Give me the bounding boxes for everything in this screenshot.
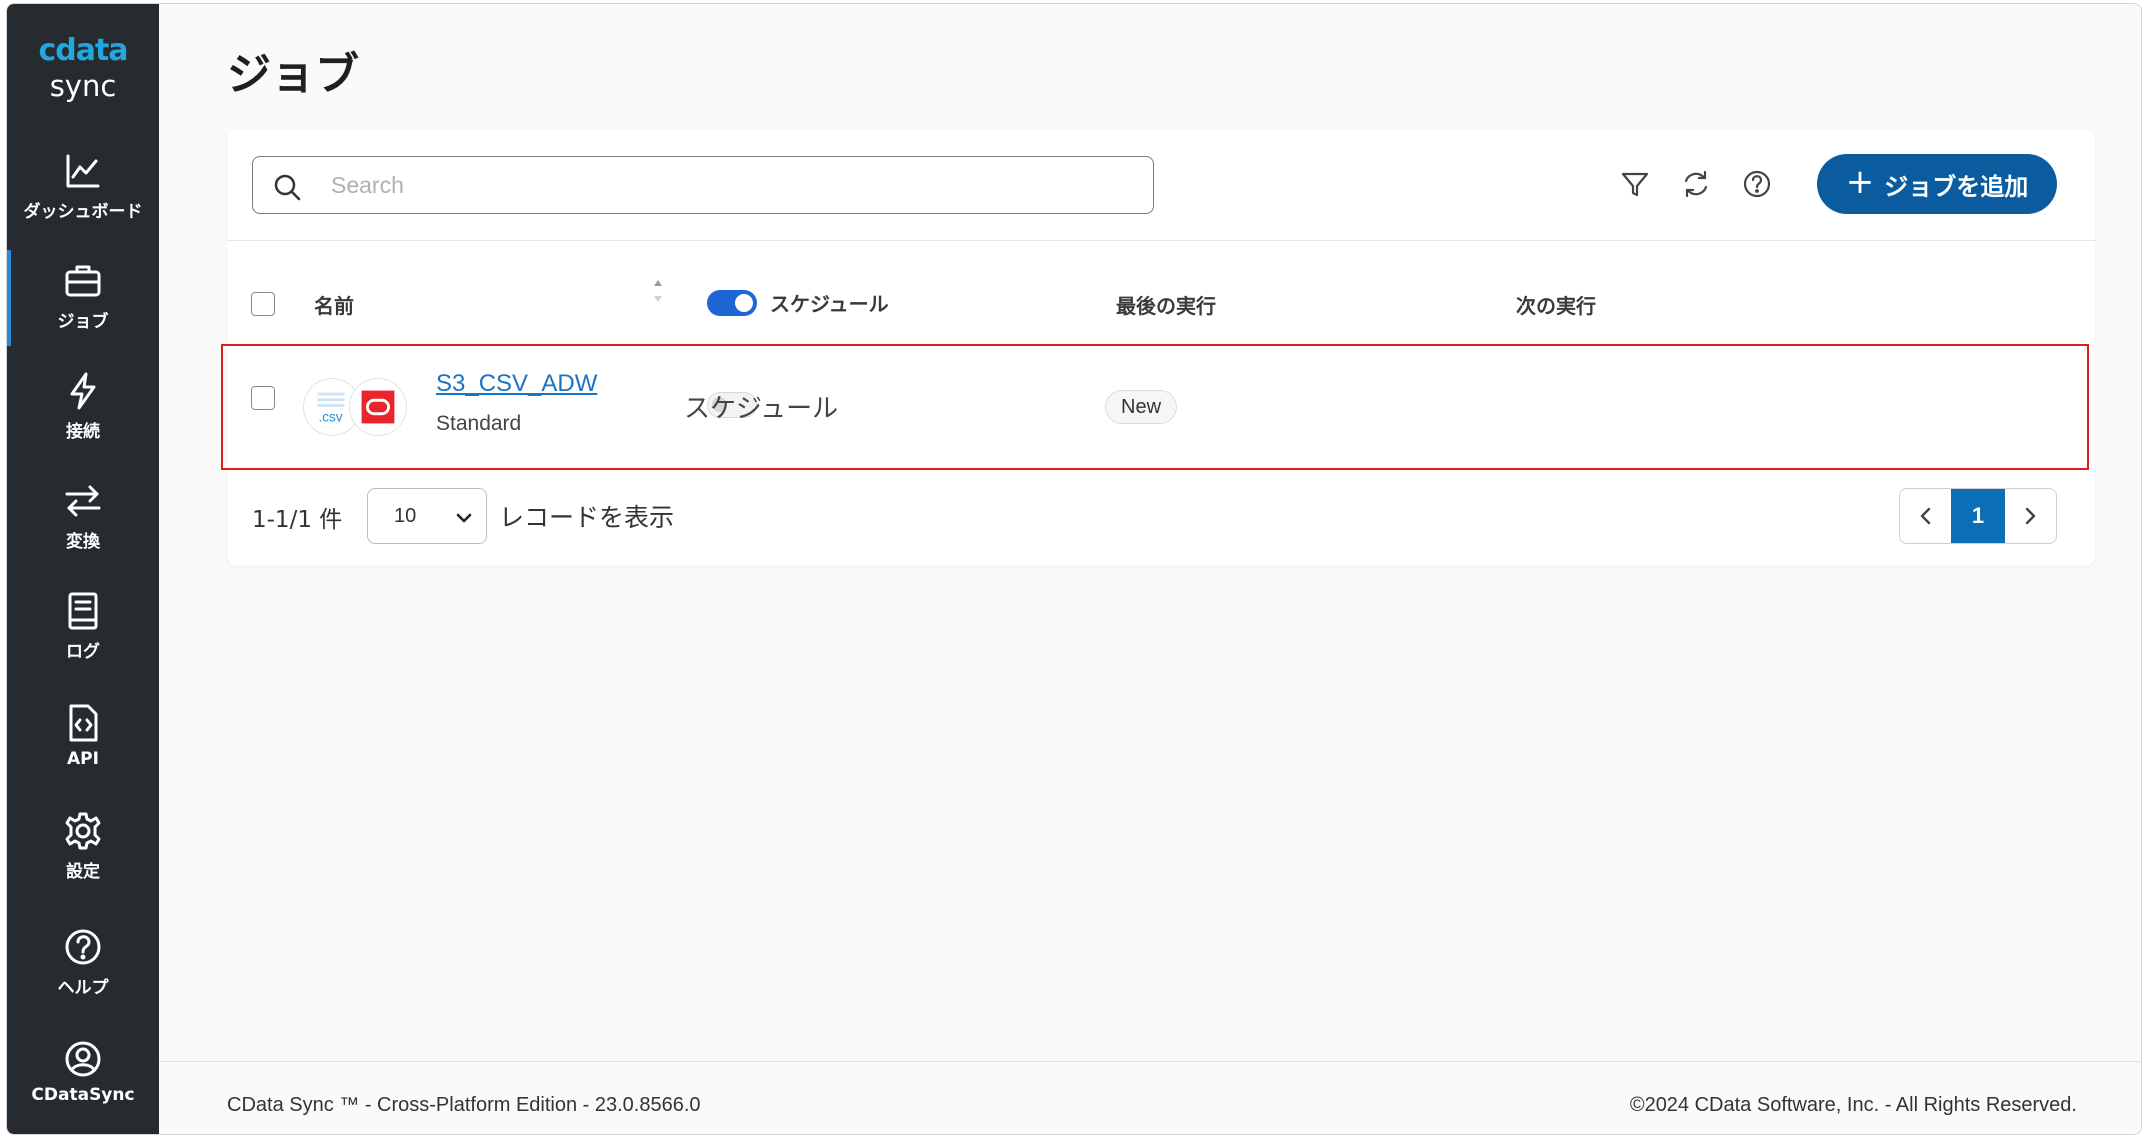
sidebar-item-label: ジョブ: [57, 311, 109, 332]
user-circle-icon: [65, 1041, 101, 1077]
version-text: CData Sync ™ - Cross-Platform Edition - …: [227, 1094, 701, 1116]
logo-brand: cdata: [38, 33, 128, 68]
job-name-link[interactable]: S3_CSV_ADW: [436, 370, 597, 398]
toolbar-divider: [227, 240, 2095, 241]
sort-icon[interactable]: [651, 278, 665, 304]
sidebar-item-dashboard[interactable]: ダッシュボード: [7, 138, 159, 234]
column-header-name[interactable]: 名前: [314, 290, 354, 319]
copyright-text: ©2024 CData Software, Inc. - All Rights …: [1629, 1094, 2077, 1116]
help-icon[interactable]: [1741, 168, 1773, 200]
sidebar-item-help[interactable]: ヘルプ: [7, 914, 159, 1010]
status-badge: New: [1105, 390, 1178, 424]
pagination: 1: [1899, 488, 2057, 544]
add-job-button[interactable]: + ジョブを追加: [1817, 154, 2057, 214]
sidebar-item-label: 接続: [66, 421, 100, 442]
gear-icon: [65, 812, 101, 849]
filter-icon[interactable]: [1619, 168, 1651, 200]
sidebar-item-label: ログ: [66, 641, 100, 662]
app-window: cdata sync ダッシュボード ジョブ 接続 変換 ログ API 設定 ヘ…: [6, 3, 2142, 1135]
plus-icon: +: [1845, 162, 1875, 202]
job-type: Standard: [436, 412, 522, 435]
sidebar: cdata sync ダッシュボード ジョブ 接続 変換 ログ API 設定 ヘ…: [7, 4, 159, 1134]
chevron-right-icon: [2026, 507, 2036, 525]
schedule-label: スケジュール: [684, 394, 839, 424]
sidebar-item-label: API: [67, 749, 99, 769]
sidebar-item-transformations[interactable]: 変換: [7, 468, 159, 564]
page-size-value: 10: [394, 505, 417, 527]
record-count: 1-1/1 件: [252, 507, 343, 533]
sidebar-item-label: CDataSync: [31, 1085, 135, 1105]
select-all-checkbox[interactable]: [251, 292, 275, 316]
oracle-logo-icon: [361, 390, 395, 424]
chevron-left-icon: [1920, 507, 1930, 525]
add-job-label: ジョブを追加: [1884, 172, 2029, 201]
prev-page-button[interactable]: [1900, 489, 1951, 543]
sidebar-item-label: ヘルプ: [57, 977, 109, 998]
sidebar-item-label: 変換: [66, 531, 100, 552]
jobs-card: + ジョブを追加 名前 スケジュール 最後の実行 次の実行: [221, 130, 2095, 566]
sidebar-item-connections[interactable]: 接続: [7, 358, 159, 454]
book-icon: [68, 592, 98, 629]
arrows-exchange-icon: [65, 485, 101, 516]
page-number-button[interactable]: 1: [1951, 489, 2005, 543]
schedule-header-toggle[interactable]: [707, 290, 757, 316]
next-page-button[interactable]: [2005, 489, 2056, 543]
lightning-icon: [70, 372, 96, 409]
oracle-icon: [349, 378, 407, 436]
chart-line-icon: [66, 154, 100, 187]
search-input[interactable]: [331, 167, 1131, 203]
footer: CData Sync ™ - Cross-Platform Edition - …: [159, 1061, 2141, 1134]
sidebar-item-user[interactable]: CDataSync: [7, 1024, 159, 1120]
page-title: ジョブ: [227, 49, 359, 100]
row-checkbox[interactable]: [251, 386, 275, 410]
sidebar-item-api[interactable]: API: [7, 688, 159, 784]
code-file-icon: [69, 704, 98, 742]
column-header-schedule: スケジュール: [770, 292, 889, 316]
sidebar-item-label: ダッシュボード: [23, 201, 143, 222]
sidebar-item-label: 設定: [66, 861, 100, 882]
app-logo[interactable]: cdata sync: [7, 33, 159, 103]
search-icon: [274, 174, 301, 201]
sidebar-item-jobs[interactable]: ジョブ: [7, 248, 159, 346]
column-header-last-run[interactable]: 最後の実行: [1116, 290, 1216, 319]
column-header-next-run[interactable]: 次の実行: [1516, 290, 1596, 319]
briefcase-icon: [65, 265, 101, 296]
sidebar-item-settings[interactable]: 設定: [7, 798, 159, 894]
main-content: ジョブ + ジョブを追加: [159, 4, 2141, 1134]
csv-label: .csv: [318, 409, 342, 424]
refresh-icon[interactable]: [1680, 168, 1712, 200]
logo-product: sync: [49, 69, 117, 103]
chevron-down-icon: [456, 513, 472, 523]
help-circle-icon: [65, 929, 101, 964]
search-box[interactable]: [252, 156, 1154, 214]
sidebar-item-logs[interactable]: ログ: [7, 578, 159, 674]
records-label: レコードを表示: [499, 503, 675, 532]
page-size-select[interactable]: 10: [367, 488, 487, 544]
